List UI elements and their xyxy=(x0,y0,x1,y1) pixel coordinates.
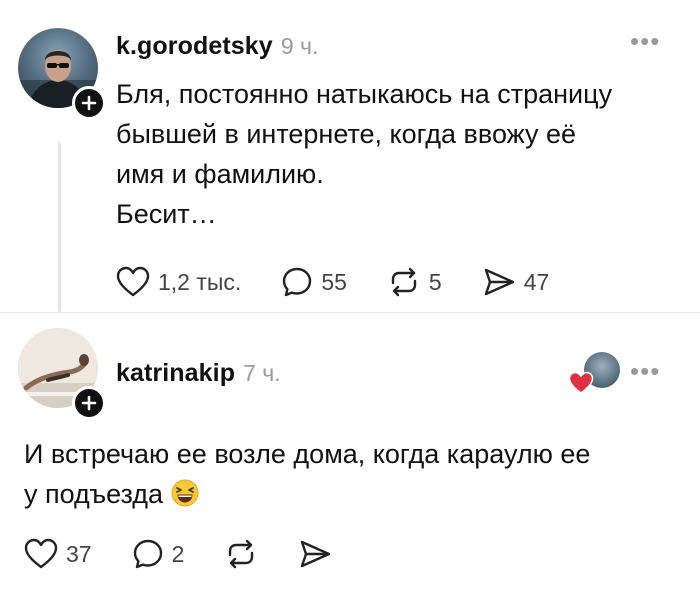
liked-by-author-indicator xyxy=(568,352,622,398)
username[interactable]: katrinakip xyxy=(116,359,235,388)
share-button[interactable] xyxy=(298,538,332,570)
repost-count: 5 xyxy=(428,268,442,295)
repost-arrows-icon xyxy=(391,267,417,297)
comment-bubble-icon xyxy=(283,267,312,297)
comment-bubble-icon xyxy=(133,539,162,569)
repost-button[interactable]: 5 xyxy=(387,266,442,298)
more-dots-icon[interactable]: ••• xyxy=(630,356,660,387)
post-text-line-with-emoji: у подъезда xyxy=(24,474,684,514)
post-text: Бля, постоянно натыкаюсь на страницу быв… xyxy=(116,74,676,234)
plus-icon xyxy=(81,95,97,111)
post-text-line: у подъезда xyxy=(24,479,164,509)
post-actions: 37 2 xyxy=(24,538,332,570)
share-count: 47 xyxy=(523,268,550,295)
divider xyxy=(0,312,700,313)
thread-line xyxy=(58,142,61,312)
post-actions: 1,2 тыс. 55 5 47 xyxy=(116,266,549,298)
post-text-line: Бля, постоянно натыкаюсь на страницу xyxy=(116,79,613,109)
comment-button[interactable]: 2 xyxy=(132,538,185,570)
comment-button[interactable]: 55 xyxy=(281,266,347,298)
timestamp: 9 ч. xyxy=(280,33,319,59)
post-header: katrinakip 7 ч. xyxy=(116,359,281,388)
like-button[interactable]: 37 xyxy=(24,538,92,570)
post-text-line: имя и фамилию. xyxy=(116,159,324,189)
post-text-line: бывшей в интернете, когда ввожу её xyxy=(116,119,577,149)
post-header: k.gorodetsky 9 ч. xyxy=(116,32,318,61)
like-count: 37 xyxy=(66,540,92,567)
repost-button[interactable] xyxy=(224,538,258,570)
comment-count: 55 xyxy=(321,268,347,295)
plus-icon xyxy=(81,395,97,411)
follow-button[interactable] xyxy=(72,86,106,120)
heart-outline-icon xyxy=(116,266,150,297)
username[interactable]: k.gorodetsky xyxy=(116,32,273,61)
like-button[interactable]: 1,2 тыс. xyxy=(116,266,241,298)
laughing-face-emoji xyxy=(171,479,199,507)
post-text-line: И встречаю ее возле дома, когда караулю … xyxy=(24,439,591,469)
heart-filled-icon xyxy=(568,371,594,394)
follow-button[interactable] xyxy=(72,386,106,420)
repost-arrows-icon xyxy=(229,539,254,569)
more-dots-icon[interactable]: ••• xyxy=(630,26,660,57)
timestamp: 7 ч. xyxy=(243,360,281,386)
send-arrow-icon xyxy=(301,540,331,568)
post-text: И встречаю ее возле дома, когда караулю … xyxy=(24,434,684,514)
send-arrow-icon xyxy=(484,268,514,296)
comment-count: 2 xyxy=(171,540,185,567)
heart-outline-icon xyxy=(24,538,58,569)
share-button[interactable]: 47 xyxy=(482,266,550,298)
like-count: 1,2 тыс. xyxy=(158,268,242,295)
post-text-line: Бесит… xyxy=(116,199,217,229)
